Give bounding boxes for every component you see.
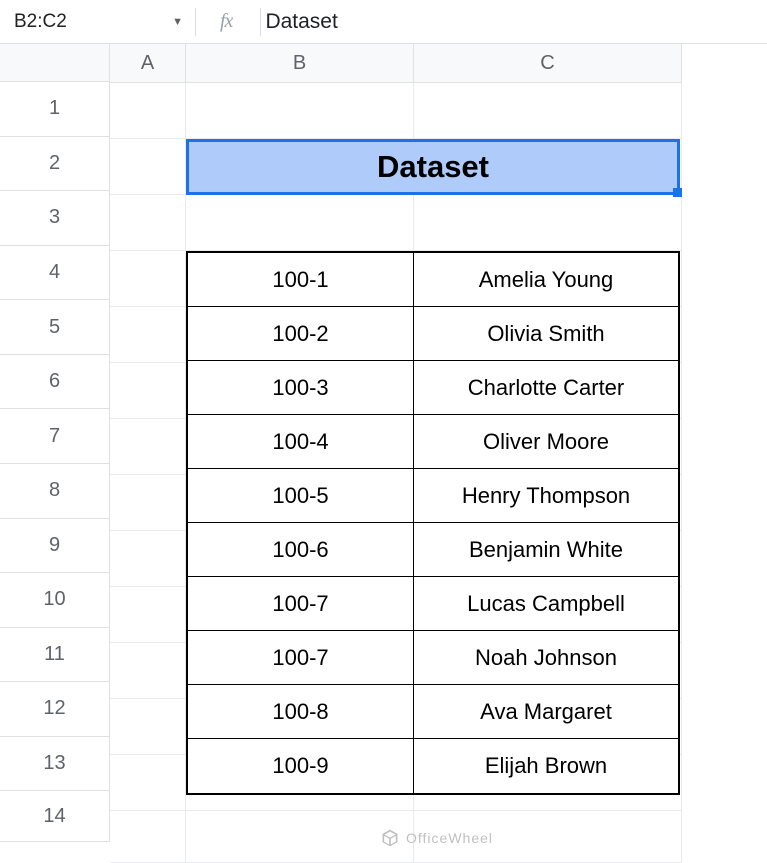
column-header[interactable]: C	[414, 44, 682, 83]
table-row: 100-8Ava Margaret	[188, 685, 678, 739]
row-header[interactable]: 11	[0, 628, 110, 683]
name-box[interactable]: B2:C2 ▼	[0, 11, 195, 33]
cell[interactable]	[110, 587, 186, 643]
row-header[interactable]: 14	[0, 791, 110, 842]
watermark: OfficeWheel	[380, 828, 493, 848]
cell[interactable]	[110, 643, 186, 699]
formula-bar: B2:C2 ▼ fx Dataset	[0, 0, 767, 44]
cell[interactable]	[110, 811, 186, 863]
column-header[interactable]: A	[110, 44, 186, 83]
cell-id[interactable]: 100-2	[188, 307, 414, 360]
table-row: 100-5Henry Thompson	[188, 469, 678, 523]
row-header[interactable]: 3	[0, 191, 110, 246]
table-row: 100-7Lucas Campbell	[188, 577, 678, 631]
fx-icon: fx	[196, 10, 260, 33]
cell[interactable]	[186, 83, 414, 139]
row-header[interactable]: 10	[0, 573, 110, 628]
column-headers: A B C	[110, 44, 767, 83]
cell[interactable]	[110, 363, 186, 419]
row-header[interactable]: 12	[0, 682, 110, 737]
cell[interactable]	[414, 83, 682, 139]
cell[interactable]	[110, 195, 186, 251]
cell-id[interactable]: 100-8	[188, 685, 414, 738]
table-row: 100-1Amelia Young	[188, 253, 678, 307]
cell[interactable]	[186, 195, 414, 251]
select-all-corner[interactable]	[0, 44, 110, 82]
cell-id[interactable]: 100-5	[188, 469, 414, 522]
cell[interactable]	[110, 139, 186, 195]
cell-name[interactable]: Elijah Brown	[414, 739, 678, 793]
table-row: 100-4Oliver Moore	[188, 415, 678, 469]
cell-name[interactable]: Oliver Moore	[414, 415, 678, 468]
sheet-area: 1 2 3 4 5 6 7 8 9 10 11 12 13 14 A B C	[0, 44, 767, 842]
watermark-text: OfficeWheel	[406, 830, 493, 846]
formula-input[interactable]: Dataset	[261, 10, 767, 34]
selection-handle[interactable]	[673, 188, 682, 197]
cell[interactable]	[110, 419, 186, 475]
table-row: 100-6Benjamin White	[188, 523, 678, 577]
cell-name[interactable]: Benjamin White	[414, 523, 678, 576]
cell[interactable]	[414, 195, 682, 251]
row-header[interactable]: 4	[0, 246, 110, 301]
name-box-value: B2:C2	[14, 11, 67, 33]
grid-area: A B C Dataset 100-1Amelia Young	[110, 44, 767, 842]
cell-id[interactable]: 100-3	[188, 361, 414, 414]
table-row: 100-7Noah Johnson	[188, 631, 678, 685]
cell-name[interactable]: Charlotte Carter	[414, 361, 678, 414]
cell[interactable]	[110, 251, 186, 307]
table-row: 100-3Charlotte Carter	[188, 361, 678, 415]
row-header[interactable]: 1	[0, 82, 110, 137]
row-header[interactable]: 8	[0, 464, 110, 519]
selected-merged-cell[interactable]: Dataset	[186, 139, 680, 195]
grid-rows: Dataset 100-1Amelia Young 100-2Olivia Sm…	[110, 83, 767, 863]
column-header[interactable]: B	[186, 44, 414, 83]
table-row: 100-2Olivia Smith	[188, 307, 678, 361]
cell-name[interactable]: Noah Johnson	[414, 631, 678, 684]
cell-name[interactable]: Ava Margaret	[414, 685, 678, 738]
row-header[interactable]: 9	[0, 519, 110, 574]
cell-id[interactable]: 100-4	[188, 415, 414, 468]
cell[interactable]	[110, 475, 186, 531]
row-header[interactable]: 2	[0, 137, 110, 192]
cell[interactable]	[110, 755, 186, 811]
wheel-icon	[380, 828, 400, 848]
row-header[interactable]: 6	[0, 355, 110, 410]
cell-name[interactable]: Amelia Young	[414, 253, 678, 306]
data-table: 100-1Amelia Young 100-2Olivia Smith 100-…	[186, 251, 680, 795]
cell-name[interactable]: Olivia Smith	[414, 307, 678, 360]
cell-id[interactable]: 100-6	[188, 523, 414, 576]
cell-id[interactable]: 100-9	[188, 739, 414, 793]
dropdown-icon[interactable]: ▼	[172, 16, 183, 28]
row-header[interactable]: 13	[0, 737, 110, 792]
cell-id[interactable]: 100-1	[188, 253, 414, 306]
row-headers: 1 2 3 4 5 6 7 8 9 10 11 12 13 14	[0, 44, 110, 842]
cell-name[interactable]: Henry Thompson	[414, 469, 678, 522]
cell[interactable]	[110, 531, 186, 587]
cell[interactable]	[110, 83, 186, 139]
cell[interactable]	[110, 307, 186, 363]
cell-id[interactable]: 100-7	[188, 631, 414, 684]
cell-name[interactable]: Lucas Campbell	[414, 577, 678, 630]
table-row: 100-9Elijah Brown	[188, 739, 678, 793]
row-header[interactable]: 5	[0, 300, 110, 355]
cell-id[interactable]: 100-7	[188, 577, 414, 630]
merged-cell-value: Dataset	[377, 149, 489, 185]
row-header[interactable]: 7	[0, 409, 110, 464]
cell[interactable]	[110, 699, 186, 755]
